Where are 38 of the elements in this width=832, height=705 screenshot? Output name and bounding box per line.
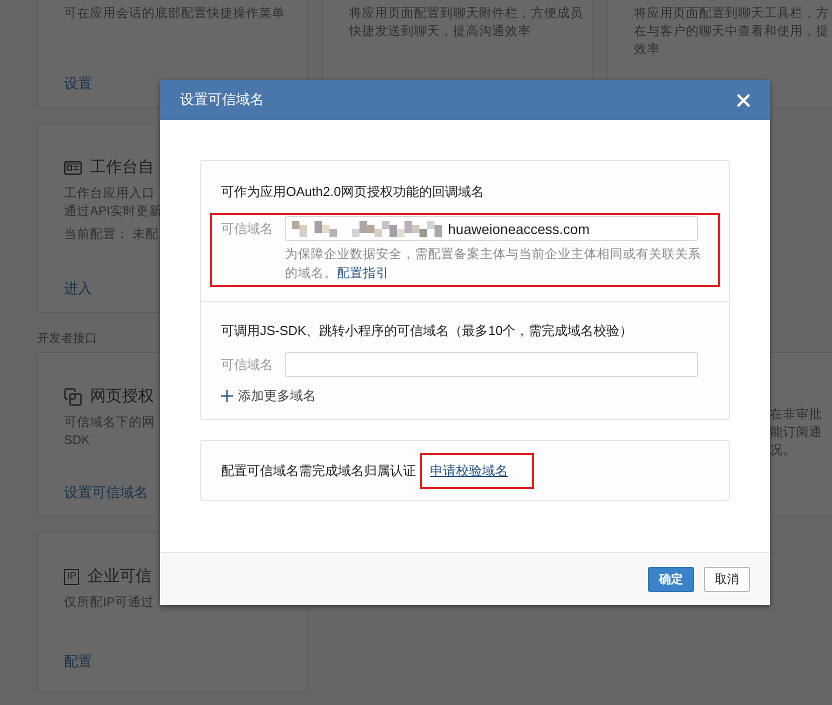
verification-note: 配置可信域名需完成域名归属认证 xyxy=(221,462,416,480)
dialog-title: 设置可信域名 xyxy=(180,91,264,109)
card-description: 可信域名下的网 xyxy=(64,414,155,431)
card-description: 在与客户的聊天中查看和使用，提 xyxy=(634,23,829,40)
section-label: 开发者接口 xyxy=(37,330,97,346)
card-icon xyxy=(64,160,82,174)
config-status: 当前配置： 未配 xyxy=(64,226,158,243)
field-label: 可信域名 xyxy=(221,220,273,238)
card-description: 通过API实时更新 xyxy=(64,203,162,220)
hint-text: 为保障企业数据安全，需配置备案主体与当前企业主体相同或有关联关系的域名。配置指引 xyxy=(285,246,702,282)
field-label: 可信域名 xyxy=(221,356,273,374)
card-title: 工作台自 xyxy=(90,158,154,178)
overlapping-squares-icon xyxy=(64,388,82,406)
verify-domain-link[interactable]: 申请校验域名 xyxy=(430,462,508,478)
cancel-button[interactable]: 取消 xyxy=(704,566,750,592)
confirm-button[interactable]: 确定 xyxy=(648,566,694,592)
card-title: 网页授权 xyxy=(90,387,154,407)
card-description: SDK xyxy=(64,432,91,449)
guide-link[interactable]: 配置指引 xyxy=(337,266,389,280)
card-description: 将应用页面配置到聊天工具栏，方 xyxy=(634,5,829,22)
card-description: 在非审批 xyxy=(770,406,822,423)
card-title: 企业可信 xyxy=(87,566,152,587)
domain-input-field[interactable] xyxy=(285,352,698,377)
card-description: 效率 xyxy=(634,41,661,58)
section-heading: 可作为应用OAuth2.0网页授权功能的回调域名 xyxy=(221,183,484,201)
ip-badge-icon: IP xyxy=(64,568,80,584)
card-description: 快捷发送到聊天，提高沟通效率 xyxy=(349,23,532,40)
card-description: 将应用页面配置到聊天附件栏，方便成员 xyxy=(349,5,583,22)
card-description: 况。 xyxy=(770,442,797,459)
card-description: 能订阅通 xyxy=(770,424,822,441)
card-description: 可在应用会话的底部配置快捷操作菜单 xyxy=(64,5,285,22)
card-description: 仅所配IP可通过 xyxy=(64,594,154,611)
domain-input-field[interactable]: huaweioneaccess.com xyxy=(285,216,698,241)
close-icon[interactable] xyxy=(737,94,750,106)
section-heading: 可调用JS-SDK、跳转小程序的可信域名（最多10个，需完成域名校验） xyxy=(221,322,633,340)
add-domain-link[interactable]: 添加更多域名 xyxy=(238,387,316,405)
plus-icon[interactable] xyxy=(221,390,233,402)
card-description: 工作台应用入口 xyxy=(64,185,156,202)
